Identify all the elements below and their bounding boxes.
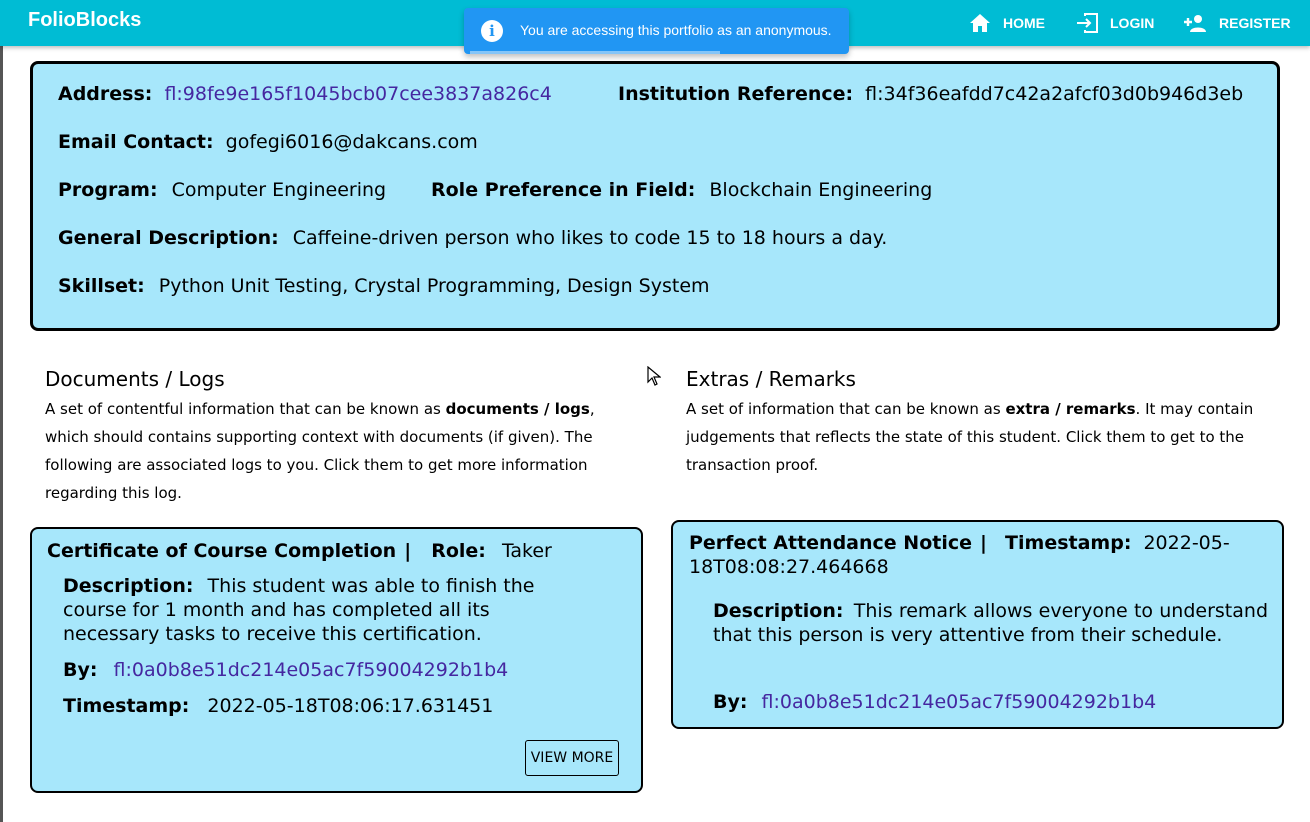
extras-section-description: A set of information that can be known a… (686, 395, 1276, 479)
nav-login-button[interactable]: LOGIN (1076, 0, 1154, 46)
document-role-value: Taker (501, 540, 552, 562)
document-timestamp-value: 2022-05-18T08:06:17.631451 (207, 695, 494, 717)
program-label: Program: (58, 179, 158, 201)
document-timestamp-label: Timestamp: (63, 695, 190, 717)
extras-card-separator: | (980, 532, 987, 554)
document-card-header: Certificate of Course Completion | Role:… (47, 539, 552, 563)
window-edge (0, 0, 3, 822)
mouse-pointer-icon (647, 366, 661, 386)
role-preference-value: Blockchain Engineering (709, 179, 933, 201)
address-row: Address: fl:98fe9e165f1045bcb07cee3837a8… (58, 83, 552, 105)
login-icon (1077, 13, 1098, 33)
role-preference-label: Role Preference in Field: (431, 179, 696, 201)
nav-register-label: REGISTER (1219, 15, 1291, 31)
document-description-label: Description: (63, 575, 194, 597)
documents-desc-text: A set of contentful information that can… (45, 400, 446, 418)
documents-section-description: A set of contentful information that can… (45, 395, 630, 507)
brand-logo[interactable]: FolioBlocks (28, 9, 141, 32)
extras-desc-text: A set of information that can be known a… (686, 400, 1006, 418)
document-timestamp-row: Timestamp: 2022-05-18T08:06:17.631451 (63, 694, 493, 718)
extras-description-label: Description: (713, 600, 844, 622)
profile-info-card: Address: fl:98fe9e165f1045bcb07cee3837a8… (30, 61, 1280, 331)
document-card-title: Certificate of Course Completion (47, 540, 397, 562)
anonymous-access-toast: i You are accessing this portfolio as an… (464, 8, 849, 54)
document-by-value[interactable]: fl:0a0b8e51dc214e05ac7f59004292b1b4 (114, 659, 509, 681)
document-role-label: Role: (431, 540, 486, 562)
extras-card-header: Perfect Attendance Notice | Timestamp: 2… (689, 531, 1269, 579)
institution-row: Institution Reference: fl:34f36eafdd7c42… (618, 83, 1243, 105)
toast-message: You are accessing this portfolio as an a… (520, 22, 832, 38)
home-icon (970, 14, 990, 32)
info-icon: i (481, 20, 503, 42)
nav-register-button[interactable]: REGISTER (1183, 0, 1291, 46)
documents-desc-bold: documents / logs (445, 400, 590, 418)
documents-section-title: Documents / Logs (45, 367, 225, 391)
document-log-card[interactable]: Certificate of Course Completion | Role:… (30, 527, 643, 793)
extras-card-title: Perfect Attendance Notice (689, 532, 972, 554)
extras-description: Description: This remark allows everyone… (713, 599, 1268, 647)
general-description-label: General Description: (58, 227, 279, 249)
email-value: gofegi6016@dakcans.com (225, 131, 478, 153)
extras-by-value[interactable]: fl:0a0b8e51dc214e05ac7f59004292b1b4 (762, 691, 1157, 713)
address-value[interactable]: fl:98fe9e165f1045bcb07cee3837a826c4 (164, 83, 551, 105)
general-description-value: Caffeine-driven person who likes to code… (292, 227, 888, 249)
extras-by-row: By: fl:0a0b8e51dc214e05ac7f59004292b1b4 (713, 690, 1156, 714)
extras-desc-bold: extra / remarks (1005, 400, 1136, 418)
skillset-label: Skillset: (58, 275, 145, 297)
program-row: Program: Computer Engineering (58, 179, 386, 201)
email-row: Email Contact: gofegi6016@dakcans.com (58, 131, 478, 153)
extras-timestamp-label: Timestamp: (1005, 532, 1132, 554)
add-person-icon (1184, 15, 1206, 32)
extras-remark-card[interactable]: Perfect Attendance Notice | Timestamp: 2… (671, 520, 1284, 729)
skillset-row: Skillset: Python Unit Testing, Crystal P… (58, 275, 710, 297)
general-description-row: General Description: Caffeine-driven per… (58, 227, 887, 249)
role-preference-row: Role Preference in Field: Blockchain Eng… (431, 179, 932, 201)
extras-by-label: By: (713, 691, 748, 713)
email-label: Email Contact: (58, 131, 214, 153)
program-value: Computer Engineering (171, 179, 387, 201)
nav-login-label: LOGIN (1110, 15, 1155, 31)
view-more-button[interactable]: VIEW MORE (525, 740, 619, 776)
nav-home-button[interactable]: HOME (969, 0, 1045, 46)
document-description: Description: This student was able to fi… (63, 574, 563, 646)
document-card-separator: | (404, 540, 412, 562)
institution-label: Institution Reference: (618, 83, 854, 105)
address-label: Address: (58, 83, 153, 105)
document-by-row: By: fl:0a0b8e51dc214e05ac7f59004292b1b4 (63, 658, 508, 682)
institution-value: fl:34f36eafdd7c42a2afcf03d0b946d3eb (865, 83, 1244, 105)
extras-section-title: Extras / Remarks (686, 367, 856, 391)
nav-home-label: HOME (1003, 15, 1045, 31)
document-by-label: By: (63, 659, 98, 681)
toast-progress-bar (470, 51, 720, 54)
skillset-value: Python Unit Testing, Crystal Programming… (158, 275, 710, 297)
